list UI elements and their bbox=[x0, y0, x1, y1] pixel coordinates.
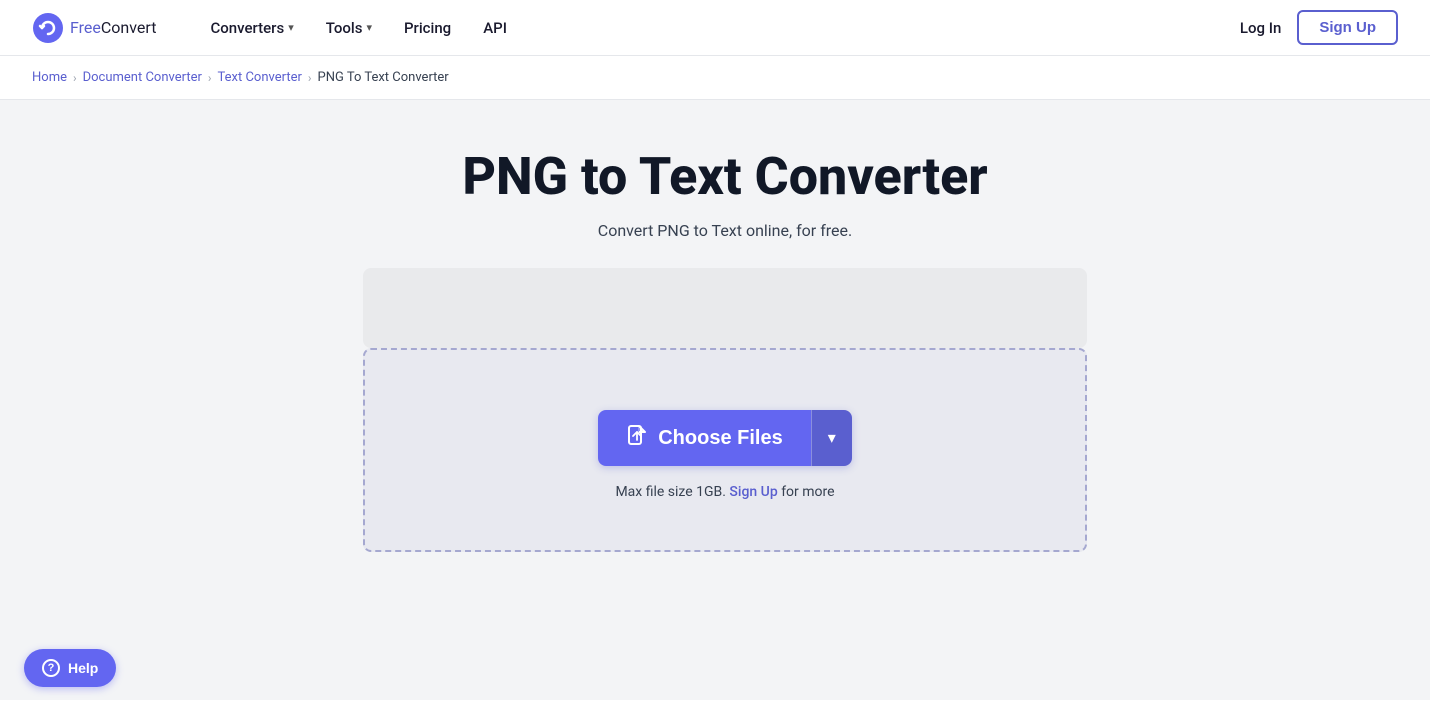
logo-text: FreeConvert bbox=[70, 18, 156, 37]
signup-link[interactable]: Sign Up bbox=[729, 484, 777, 500]
dropzone[interactable]: Choose Files ▾ Max file size 1GB. Sign U… bbox=[363, 348, 1087, 552]
sidebar-right bbox=[1130, 100, 1430, 700]
page-title: PNG to Text Converter bbox=[462, 148, 987, 205]
file-size-note: Max file size 1GB. Sign Up for more bbox=[615, 484, 834, 500]
breadcrumb: Home › Document Converter › Text Convert… bbox=[0, 56, 1430, 100]
main-nav: Converters ▾ Tools ▾ Pricing API bbox=[196, 11, 1239, 45]
page-subtitle: Convert PNG to Text online, for free. bbox=[598, 221, 852, 240]
header-actions: Log In Sign Up bbox=[1240, 10, 1398, 45]
breadcrumb-text-converter[interactable]: Text Converter bbox=[218, 70, 302, 85]
dropdown-chevron-icon: ▾ bbox=[828, 428, 836, 448]
breadcrumb-document-converter[interactable]: Document Converter bbox=[83, 70, 202, 85]
help-button[interactable]: ? Help bbox=[24, 649, 116, 687]
nav-tools[interactable]: Tools ▾ bbox=[312, 11, 386, 45]
breadcrumb-sep-2: › bbox=[208, 71, 212, 85]
choose-files-group: Choose Files ▾ bbox=[598, 410, 852, 466]
top-bar bbox=[363, 268, 1087, 348]
breadcrumb-sep-1: › bbox=[73, 71, 77, 85]
nav-pricing[interactable]: Pricing bbox=[390, 11, 465, 45]
sidebar-left bbox=[0, 100, 320, 700]
logo[interactable]: FreeConvert bbox=[32, 12, 156, 44]
file-upload-icon bbox=[626, 424, 648, 452]
nav-api[interactable]: API bbox=[469, 11, 521, 45]
help-label: Help bbox=[68, 660, 98, 676]
content-area: PNG to Text Converter Convert PNG to Tex… bbox=[320, 100, 1130, 700]
breadcrumb-current: PNG To Text Converter bbox=[318, 70, 449, 85]
choose-files-button[interactable]: Choose Files bbox=[598, 410, 810, 466]
header: FreeConvert Converters ▾ Tools ▾ Pricing… bbox=[0, 0, 1430, 56]
choose-files-dropdown-button[interactable]: ▾ bbox=[811, 410, 852, 466]
login-button[interactable]: Log In bbox=[1240, 19, 1281, 37]
breadcrumb-sep-3: › bbox=[308, 71, 312, 85]
choose-files-label: Choose Files bbox=[658, 427, 782, 450]
signup-button[interactable]: Sign Up bbox=[1297, 10, 1398, 45]
breadcrumb-home[interactable]: Home bbox=[32, 70, 67, 85]
tools-chevron-icon: ▾ bbox=[366, 21, 372, 34]
nav-converters[interactable]: Converters ▾ bbox=[196, 11, 307, 45]
converters-chevron-icon: ▾ bbox=[288, 21, 294, 34]
help-circle-icon: ? bbox=[42, 659, 60, 677]
main-wrapper: PNG to Text Converter Convert PNG to Tex… bbox=[0, 100, 1430, 700]
